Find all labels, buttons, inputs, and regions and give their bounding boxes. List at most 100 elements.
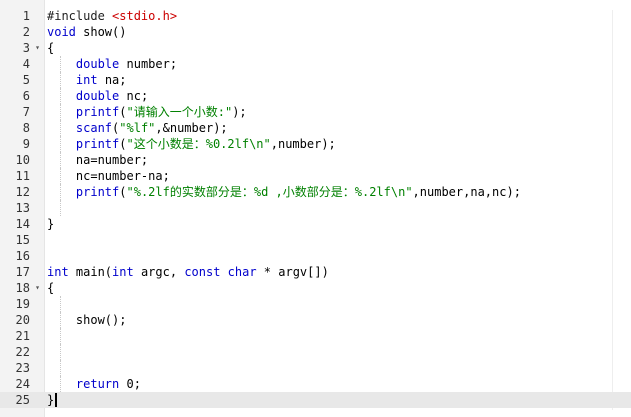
code-token: number; <box>119 57 178 71</box>
code-token: printf <box>75 137 120 151</box>
code-text[interactable]: show(); <box>47 312 127 328</box>
code-text[interactable]: #include <stdio.h> <box>47 8 177 24</box>
code-text[interactable]: scanf("%lf",&number); <box>47 120 228 136</box>
code-token: <stdio.h> <box>112 9 178 23</box>
code-line[interactable]: 9 printf("这个小数是：%0.2lf\n",number); <box>0 136 631 152</box>
code-line[interactable]: 3 ▾ { <box>0 40 631 56</box>
code-text[interactable]: int main(int argc, const char * argv[]) <box>47 264 329 280</box>
code-token: int <box>47 265 69 279</box>
line-number: 7 <box>22 105 30 119</box>
indent-guide <box>60 296 61 312</box>
code-text[interactable]: void show() <box>47 24 126 40</box>
code-line[interactable]: 2 void show() <box>0 24 631 40</box>
code-line[interactable]: 25} <box>0 392 631 408</box>
code-line[interactable]: 11 nc=number-na; <box>0 168 631 184</box>
line-number: 25 <box>15 393 30 407</box>
fold-chevron-down-icon[interactable]: ▾ <box>33 40 42 56</box>
code-line[interactable]: 5 int na; <box>0 72 631 88</box>
code-line[interactable]: 17 int main(int argc, const char * argv[]… <box>0 264 631 280</box>
code-text[interactable]: int na; <box>47 72 127 88</box>
code-text[interactable]: double number; <box>47 56 177 72</box>
code-token: #include <box>47 9 113 23</box>
code-token: nc; <box>119 89 149 103</box>
code-line[interactable]: 12 printf("%.2lf的实数部分是：%d ,小数部分是：%.2lf\n… <box>0 184 631 200</box>
line-number: 10 <box>15 153 30 167</box>
code-line[interactable]: 20 show(); <box>0 312 631 328</box>
code-text[interactable]: nc=number-na; <box>47 168 170 184</box>
line-number: 13 <box>15 201 30 215</box>
code-line[interactable]: 19 <box>0 296 631 312</box>
fold-chevron-down-icon[interactable]: ▾ <box>33 280 42 296</box>
code-token: { <box>47 41 55 55</box>
code-token: "%.2lf的实数部分是：%d ,小数部分是：%.2lf\n" <box>126 185 413 199</box>
code-token: int <box>75 73 98 87</box>
code-token: } <box>47 393 55 407</box>
code-token: main( <box>68 265 113 279</box>
code-token: * argv[]) <box>256 265 329 279</box>
line-number: 6 <box>22 89 30 103</box>
line-number: 2 <box>22 25 30 39</box>
code-token: double <box>75 57 120 71</box>
code-token: show(); <box>47 313 127 327</box>
code-line[interactable]: 1 #include <stdio.h> <box>0 8 631 24</box>
line-number: 15 <box>15 233 30 247</box>
code-text[interactable]: printf("请输入一个小数:"); <box>47 104 247 120</box>
code-text[interactable]: } <box>47 392 58 408</box>
code-token: show() <box>75 25 127 39</box>
code-token: double <box>75 89 120 103</box>
line-number: 18 <box>15 281 30 295</box>
code-line[interactable]: 16 <box>0 248 631 264</box>
line-number: 17 <box>15 265 30 279</box>
code-text[interactable]: } <box>47 216 54 232</box>
code-token: "这个小数是：%0.2lf\n" <box>126 137 271 151</box>
code-text[interactable]: printf("%.2lf的实数部分是：%d ,小数部分是：%.2lf\n",n… <box>47 184 521 200</box>
code-text[interactable]: double nc; <box>47 88 148 104</box>
code-token: ,&number); <box>155 121 228 135</box>
code-line[interactable]: 7 printf("请输入一个小数:"); <box>0 104 631 120</box>
line-number: 20 <box>15 313 30 327</box>
code-token: return <box>75 377 120 391</box>
line-number: 4 <box>22 57 30 71</box>
indent-guide <box>60 360 61 376</box>
code-editor[interactable]: 1 #include <stdio.h> 2 void show() 3 ▾{4 doub… <box>0 0 631 417</box>
code-text[interactable]: return 0; <box>47 376 141 392</box>
code-token: scanf <box>75 121 113 135</box>
line-number: 24 <box>15 377 30 391</box>
code-line[interactable]: 13 <box>0 200 631 216</box>
code-line[interactable]: 23 <box>0 360 631 376</box>
code-line[interactable]: 21 <box>0 328 631 344</box>
code-token: const <box>184 265 221 279</box>
code-line[interactable]: 15 <box>0 232 631 248</box>
code-line[interactable]: 6 double nc; <box>0 88 631 104</box>
line-number: 9 <box>22 137 30 151</box>
code-text[interactable]: { <box>47 280 54 296</box>
code-line[interactable]: 8 scanf("%lf",&number); <box>0 120 631 136</box>
code-text[interactable]: { <box>47 40 54 56</box>
code-token: ( <box>119 185 127 199</box>
code-token: argc, <box>133 265 185 279</box>
code-line[interactable]: 14} <box>0 216 631 232</box>
code-token: nc=number-na; <box>47 169 170 183</box>
code-token: ,number); <box>270 137 336 151</box>
code-token: ,number,na,nc); <box>412 185 521 199</box>
line-number: 22 <box>15 345 30 359</box>
code-text[interactable]: printf("这个小数是：%0.2lf\n",number); <box>47 136 336 152</box>
code-line[interactable]: 22 <box>0 344 631 360</box>
code-line[interactable]: 10 na=number; <box>0 152 631 168</box>
line-number: 19 <box>15 297 30 311</box>
code-area[interactable]: 1 #include <stdio.h> 2 void show() 3 ▾{4 doub… <box>0 8 631 408</box>
code-line[interactable]: 18 ▾ { <box>0 280 631 296</box>
indent-guide <box>60 200 61 216</box>
code-token: } <box>47 217 55 231</box>
code-token: printf <box>75 185 120 199</box>
code-text[interactable]: na=number; <box>47 152 148 168</box>
code-line[interactable]: 4 double number; <box>0 56 631 72</box>
code-token: { <box>47 281 55 295</box>
code-line[interactable]: 24 return 0; <box>0 376 631 392</box>
